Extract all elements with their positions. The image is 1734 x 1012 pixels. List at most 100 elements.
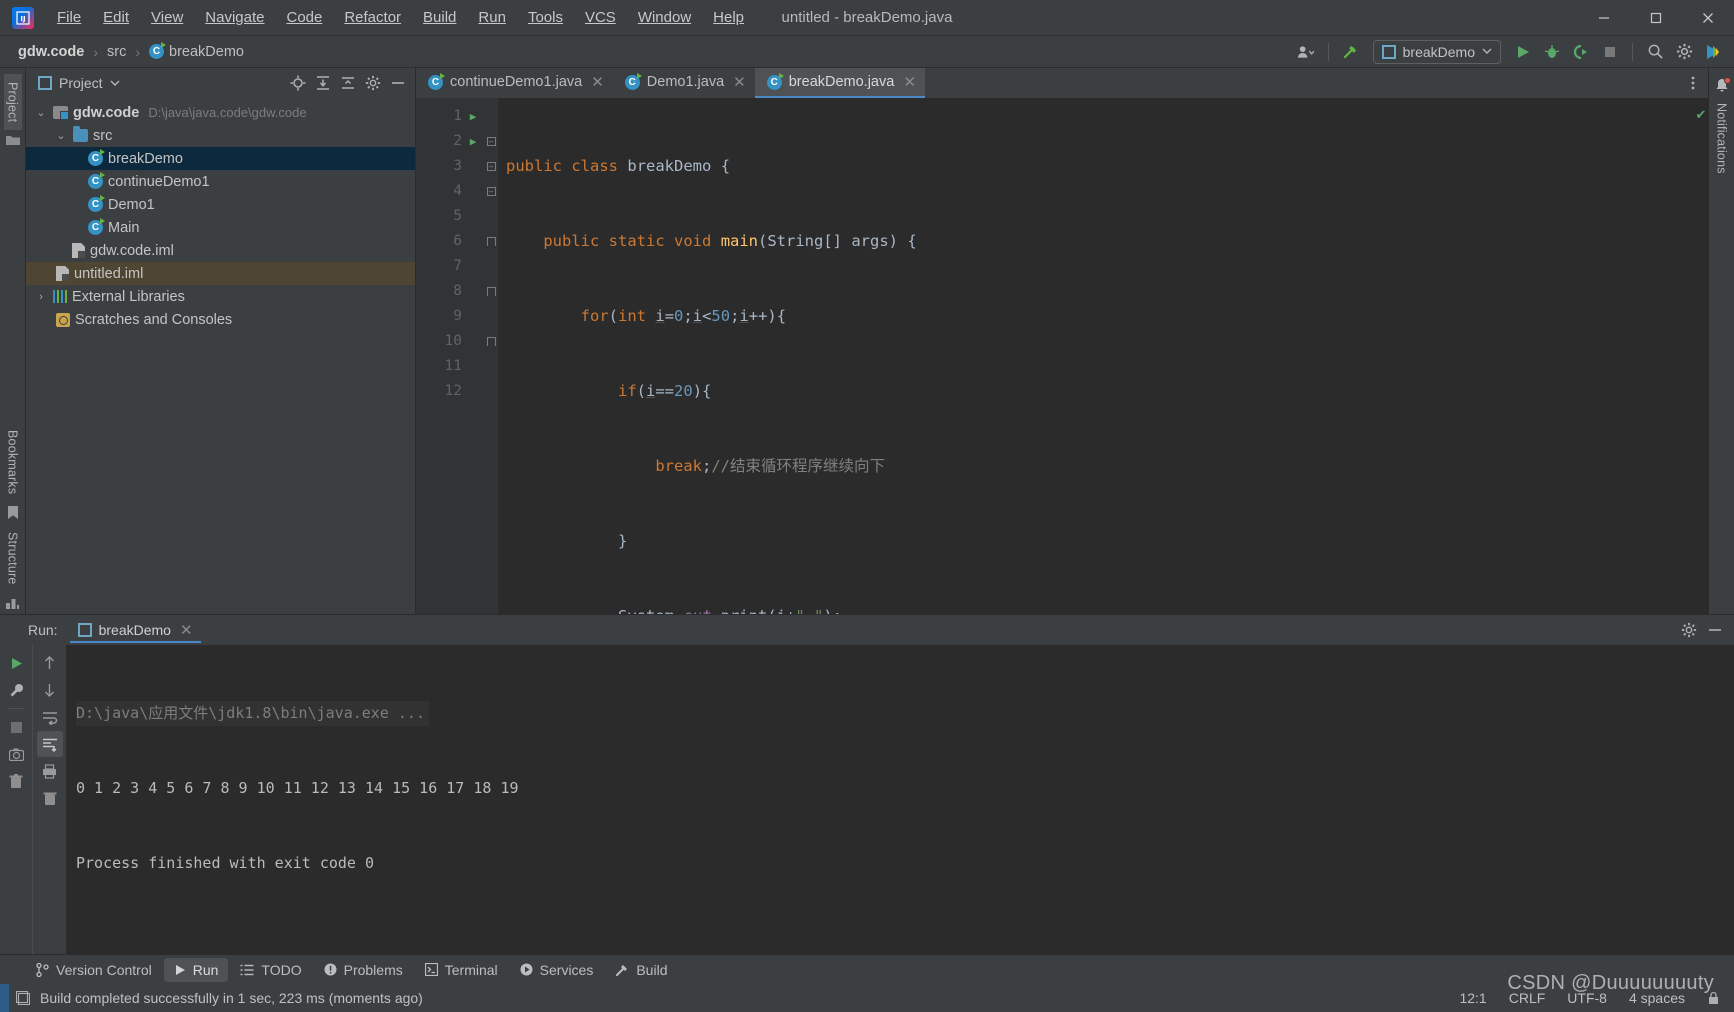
lock-icon[interactable]	[1707, 991, 1720, 1005]
run-with-coverage-button[interactable]	[1568, 40, 1594, 64]
menu-navigate[interactable]: Navigate	[194, 5, 275, 30]
menu-edit[interactable]: Edit	[92, 5, 140, 30]
gear-icon[interactable]	[1677, 619, 1700, 641]
up-arrow-icon[interactable]	[37, 650, 63, 676]
breadcrumb-breakdemo[interactable]: C breakDemo	[145, 42, 248, 62]
chevron-down-icon[interactable]	[110, 80, 120, 87]
clear-all-icon[interactable]	[37, 785, 63, 811]
editor-gutter[interactable]: 1 ▶ 2 ▶ 3 4 5 6 7 8 9 10 11 12	[416, 98, 484, 614]
editor-inspection-rail[interactable]: ✔	[1694, 98, 1708, 614]
menu-build[interactable]: Build	[412, 5, 467, 30]
close-icon[interactable]: ✕	[733, 73, 746, 91]
debug-button[interactable]	[1539, 40, 1565, 64]
soft-wrap-icon[interactable]	[37, 704, 63, 730]
run-configuration-selector[interactable]: breakDemo	[1372, 39, 1501, 64]
editor-tab-breakdemo[interactable]: C breakDemo.java ✕	[754, 68, 925, 98]
minimize-button[interactable]	[1578, 0, 1630, 36]
file-encoding[interactable]: UTF-8	[1567, 990, 1607, 1006]
close-icon[interactable]: ✕	[591, 73, 604, 91]
gear-icon[interactable]	[361, 72, 384, 94]
fold-marker-8[interactable]	[484, 279, 498, 304]
close-icon[interactable]: ✕	[903, 73, 916, 91]
tree-row-src[interactable]: ⌄ src	[26, 124, 415, 147]
menu-tools[interactable]: Tools	[517, 5, 574, 30]
rail-folder-icon[interactable]	[5, 134, 20, 146]
editor-tab-demo1[interactable]: C Demo1.java ✕	[613, 68, 755, 98]
chevron-right-icon[interactable]: ›	[34, 291, 48, 303]
scroll-to-end-icon[interactable]	[36, 731, 63, 757]
minimize-icon[interactable]	[1703, 619, 1726, 641]
tree-row-untitled-iml[interactable]: untitled.iml	[26, 262, 415, 285]
rerun-icon[interactable]	[3, 650, 29, 676]
stop-button[interactable]	[1597, 40, 1623, 64]
editor-fold-column[interactable]: – – –	[484, 98, 498, 614]
menu-file[interactable]: File	[46, 5, 92, 30]
menu-help[interactable]: Help	[702, 5, 755, 30]
menu-view[interactable]: View	[140, 5, 194, 30]
down-arrow-icon[interactable]	[37, 677, 63, 703]
fold-marker-6[interactable]	[484, 229, 498, 254]
structure-icon[interactable]	[6, 597, 19, 610]
run-button[interactable]	[1510, 40, 1536, 64]
menu-refactor[interactable]: Refactor	[333, 5, 412, 30]
tool-window-version-control[interactable]: Version Control	[26, 958, 162, 982]
run-tab-breakdemo[interactable]: breakDemo ✕	[69, 618, 201, 643]
tool-window-run[interactable]: Run	[163, 957, 229, 982]
tree-row-continuedemo1[interactable]: C continueDemo1	[26, 170, 415, 193]
code-editor[interactable]: public class breakDemo { public static v…	[498, 98, 1694, 614]
tree-row-gdw-code-iml[interactable]: gdw.code.iml	[26, 239, 415, 262]
user-icon[interactable]	[1293, 40, 1319, 64]
breadcrumb-project[interactable]: gdw.code	[14, 42, 88, 62]
tool-window-todo[interactable]: TODO	[230, 958, 311, 982]
stop-icon[interactable]	[3, 714, 29, 740]
wrench-icon[interactable]	[3, 677, 29, 703]
tree-row-gdw-code[interactable]: ⌄ gdw.code D:\java\java.code\gdw.code	[26, 101, 415, 124]
rail-project-label[interactable]: Project	[3, 74, 22, 131]
caret-position[interactable]: 12:1	[1459, 990, 1486, 1006]
notifications-bell-icon[interactable]	[1715, 77, 1731, 93]
run-line-icon[interactable]: ▶	[466, 104, 480, 129]
bookmark-icon[interactable]	[7, 506, 19, 520]
locate-icon[interactable]	[286, 72, 309, 94]
expand-all-icon[interactable]	[311, 72, 334, 94]
tool-window-build[interactable]: Build	[605, 958, 677, 982]
fold-marker-10[interactable]	[484, 329, 498, 354]
tool-window-services[interactable]: Services	[510, 958, 604, 982]
indent-setting[interactable]: 4 spaces	[1629, 990, 1685, 1006]
collapse-all-icon[interactable]	[336, 72, 359, 94]
rail-bookmarks-label[interactable]: Bookmarks	[4, 422, 22, 502]
tool-window-problems[interactable]: Problems	[314, 958, 413, 982]
ide-updates-icon[interactable]	[1700, 40, 1726, 64]
fold-marker-3[interactable]: –	[484, 154, 498, 179]
line-separator[interactable]: CRLF	[1509, 990, 1546, 1006]
tree-row-main[interactable]: C Main	[26, 216, 415, 239]
run-console-output[interactable]: D:\java\应用文件\jdk1.8\bin\java.exe ... 0 1…	[66, 645, 1734, 954]
maximize-button[interactable]	[1630, 0, 1682, 36]
menu-vcs[interactable]: VCS	[574, 5, 627, 30]
fold-marker-4[interactable]: –	[484, 179, 498, 204]
event-log-icon[interactable]	[16, 991, 30, 1005]
tree-row-scratches[interactable]: Scratches and Consoles	[26, 308, 415, 331]
build-hammer-icon[interactable]	[1338, 40, 1364, 64]
breadcrumb-src[interactable]: src	[103, 42, 130, 62]
search-icon[interactable]	[1642, 40, 1668, 64]
camera-icon[interactable]	[3, 741, 29, 767]
tool-window-terminal[interactable]: Terminal	[415, 958, 508, 982]
menu-run[interactable]: Run	[467, 5, 517, 30]
close-icon[interactable]: ✕	[180, 621, 193, 639]
trash-icon[interactable]	[3, 768, 29, 794]
gear-icon[interactable]	[1671, 40, 1697, 64]
editor-tab-overflow[interactable]	[1685, 68, 1708, 98]
fold-marker-2[interactable]: –	[484, 129, 498, 154]
tree-row-demo1[interactable]: C Demo1	[26, 193, 415, 216]
chevron-down-icon[interactable]: ⌄	[34, 106, 48, 119]
hide-panel-icon[interactable]	[386, 72, 409, 94]
run-line-icon[interactable]: ▶	[466, 129, 480, 154]
rail-notifications-label[interactable]: Notifications	[1713, 95, 1731, 182]
editor-tab-continuedemo1[interactable]: C continueDemo1.java ✕	[416, 68, 613, 98]
tree-row-breakdemo[interactable]: C breakDemo	[26, 147, 415, 170]
menu-code[interactable]: Code	[275, 5, 333, 30]
tree-row-external-libraries[interactable]: › External Libraries	[26, 285, 415, 308]
rail-structure-label[interactable]: Structure	[4, 524, 22, 593]
close-button[interactable]	[1682, 0, 1734, 36]
